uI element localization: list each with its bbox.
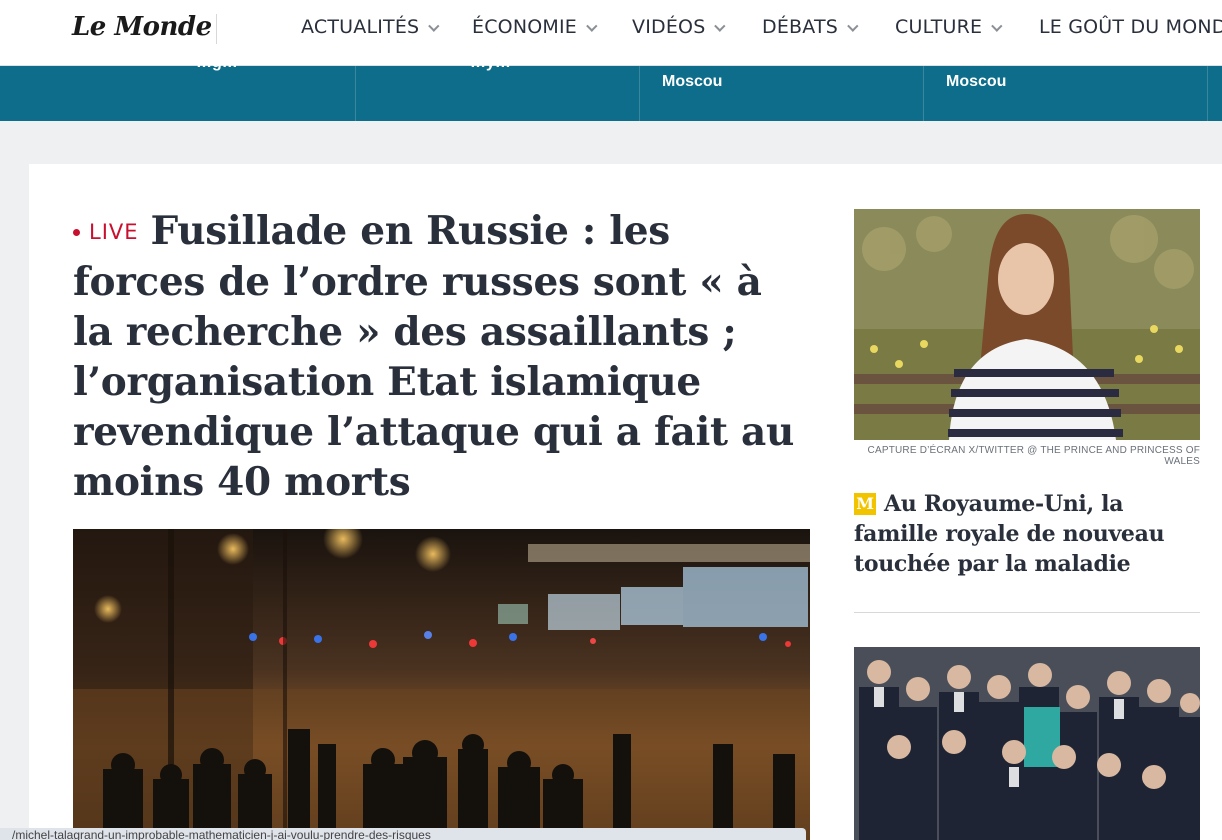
nav-item-economie[interactable]: ÉCONOMIE [472,16,598,38]
night-scene-illustration [73,529,810,840]
chevron-down-icon [991,20,1003,32]
ticker-item[interactable]: …y… [470,54,511,72]
side-article-photo-2[interactable] [854,647,1200,840]
main-headline[interactable]: LIVE Fusillade en Russie : les forces de … [73,206,803,507]
ticker-item[interactable]: …g… [196,54,238,72]
browser-status-url: /michel-talagrand-un-improbable-mathemat… [0,828,806,840]
chevron-down-icon [428,20,440,32]
headline-text: Fusillade en Russie : les forces de l’or… [73,208,795,505]
nav-item-label: CULTURE [895,16,983,38]
nav-item-actualites[interactable]: ACTUALITÉS [301,16,440,38]
nav-item-debats[interactable]: DÉBATS [762,16,859,38]
side-article-title[interactable]: M Au Royaume-Uni, la famille royale de no… [854,489,1194,579]
side-divider [854,612,1200,613]
live-ticker-band: …g… …y… Moscou Moscou [0,54,1222,121]
main-article-photo[interactable] [73,529,810,840]
le-monde-m-icon: M [854,493,876,515]
ticker-cell [1207,66,1222,121]
top-navigation: Le Monde ACTUALITÉS ÉCONOMIE VIDÉOS DÉBA… [0,0,1222,66]
chevron-down-icon [714,20,726,32]
ticker-item[interactable]: Moscou [946,73,1006,91]
chevron-down-icon [586,20,598,32]
photo-caption: CAPTURE D’ÉCRAN X/TWITTER @ THE PRINCE A… [867,445,1200,467]
chevron-down-icon [847,20,859,32]
nav-item-videos[interactable]: VIDÉOS [632,16,726,38]
logo-divider [216,14,217,44]
live-dot-icon [73,229,80,236]
side-article-title-text: Au Royaume-Uni, la famille royale de nou… [854,491,1165,577]
nav-item-label: ÉCONOMIE [472,16,577,38]
ticker-cell [355,66,639,121]
nav-item-gout-du-monde[interactable]: LE GOÛT DU MONDE [1039,16,1222,38]
nav-item-label: DÉBATS [762,16,839,38]
site-logo[interactable]: Le Monde [72,12,212,42]
portrait-garden-illustration [854,209,1200,440]
side-article-photo[interactable] [854,209,1200,440]
live-badge: LIVE [73,207,139,257]
nav-item-label: ACTUALITÉS [301,16,420,38]
nav-item-label: LE GOÛT DU MONDE [1039,16,1222,38]
nav-item-label: VIDÉOS [632,16,706,38]
ticker-item[interactable]: Moscou [662,73,722,91]
nav-item-culture[interactable]: CULTURE [895,16,1003,38]
group-photo-illustration [854,647,1200,840]
